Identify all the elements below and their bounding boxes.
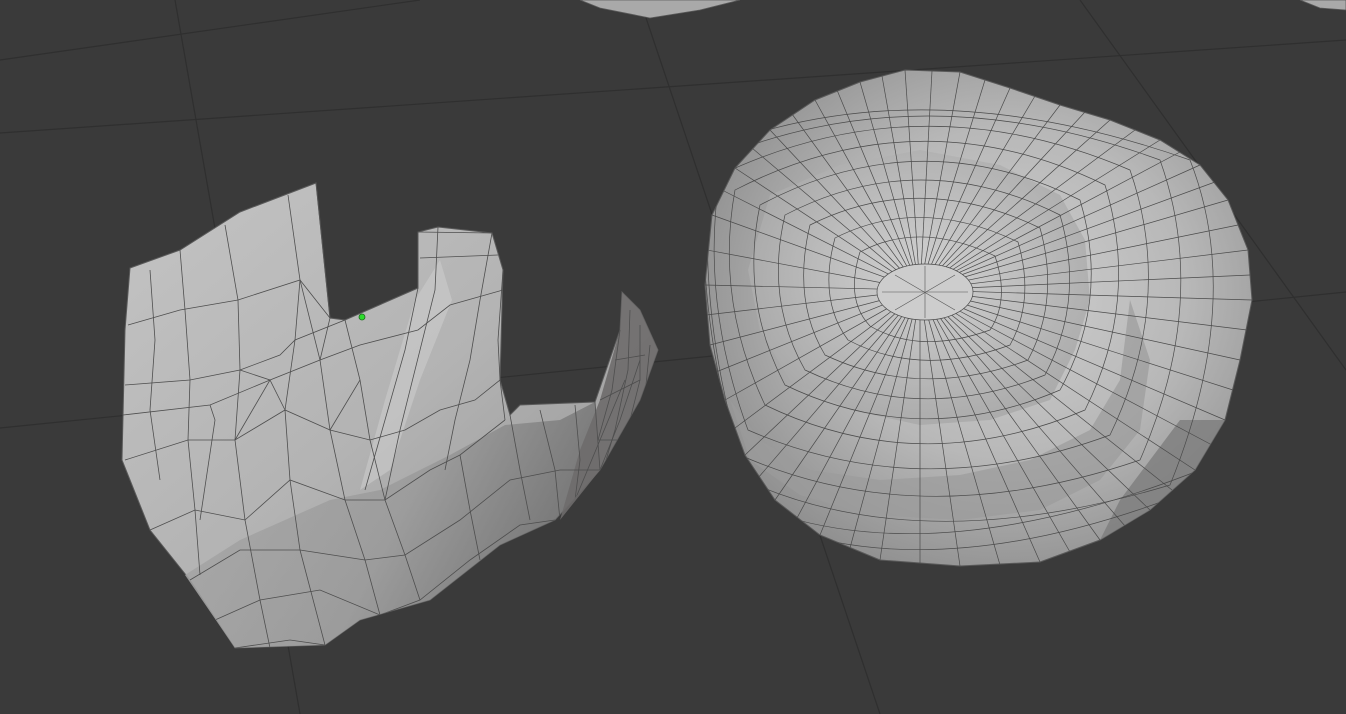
open-shell-mesh[interactable] xyxy=(121,182,659,649)
offscreen-mesh-top xyxy=(579,0,1346,19)
3d-viewport[interactable] xyxy=(0,0,1346,714)
viewport-canvas[interactable] xyxy=(0,0,1346,714)
selected-vertex-dot[interactable] xyxy=(358,313,366,321)
blob-mesh[interactable] xyxy=(704,69,1253,567)
